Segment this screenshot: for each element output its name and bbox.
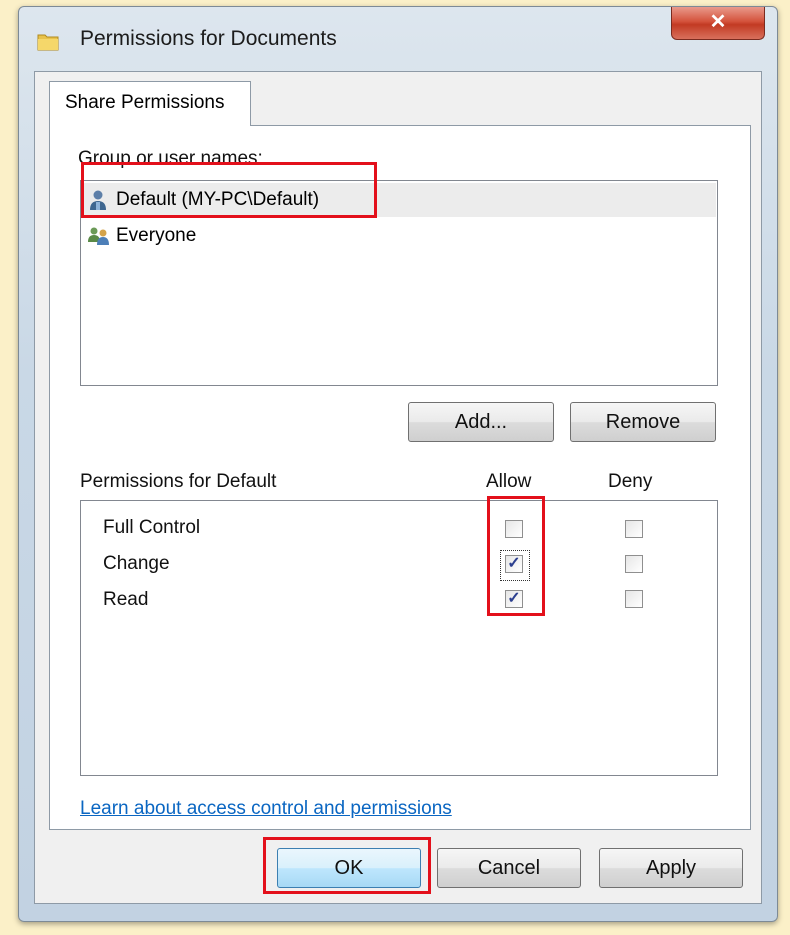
permissions-for-label: Permissions for Default <box>80 471 277 492</box>
window-title: Permissions for Documents <box>80 27 337 50</box>
highlight-box-allow-column <box>487 496 545 616</box>
list-item-everyone[interactable]: Everyone <box>87 219 196 253</box>
tab-share-permissions[interactable]: Share Permissions <box>49 81 251 126</box>
permission-name: Change <box>103 553 170 574</box>
permissions-dialog: Permissions for Documents ✕ Share Permis… <box>18 6 778 922</box>
list-item-label: Everyone <box>116 225 197 246</box>
allow-header: Allow <box>486 471 532 492</box>
deny-read-checkbox[interactable] <box>625 590 643 608</box>
close-button[interactable]: ✕ <box>671 7 765 40</box>
deny-full-control-checkbox[interactable] <box>625 520 643 538</box>
title-bar[interactable]: Permissions for Documents ✕ <box>19 7 777 65</box>
deny-header: Deny <box>608 471 653 492</box>
apply-button[interactable]: Apply <box>599 848 743 888</box>
permission-name: Full Control <box>103 517 201 538</box>
highlight-box-ok-button <box>263 837 431 894</box>
remove-button[interactable]: Remove <box>570 402 716 442</box>
help-link[interactable]: Learn about access control and permissio… <box>80 798 452 820</box>
cancel-button[interactable]: Cancel <box>437 848 581 888</box>
deny-change-checkbox[interactable] <box>625 555 643 573</box>
close-icon: ✕ <box>709 11 727 33</box>
highlight-box-default-user <box>81 162 377 218</box>
share-permissions-panel: Group or user names: Default (MY-PC\Defa… <box>49 125 751 830</box>
permissions-list: Full Control Change Read ✓ ✓ <box>80 500 718 776</box>
permission-name: Read <box>103 589 149 610</box>
add-button[interactable]: Add... <box>408 402 554 442</box>
users-group-icon <box>87 224 111 248</box>
folder-icon <box>37 31 59 51</box>
